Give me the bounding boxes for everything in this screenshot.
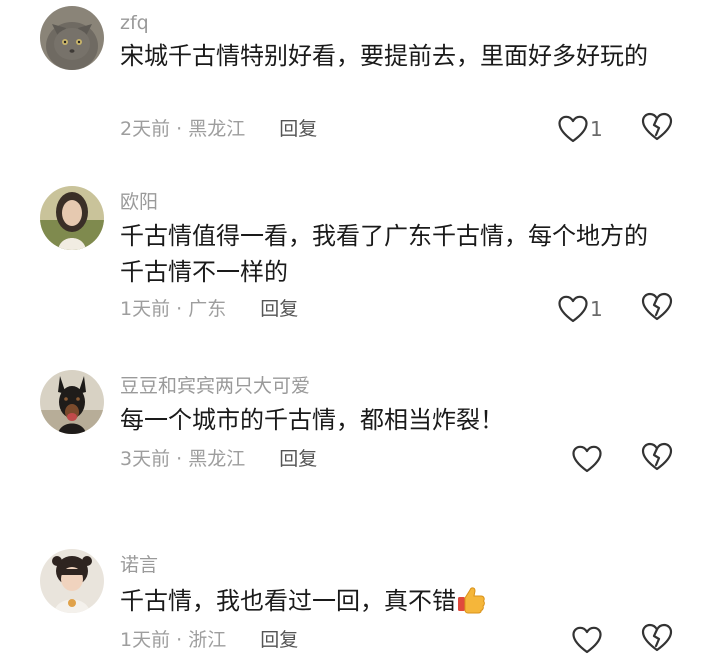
- child-avatar-image: [40, 549, 104, 613]
- comment-text: 千古情值得一看，我看了广东千古情，每个地方的千古情不一样的: [120, 222, 648, 286]
- comment-meta: 1天前 · 广东 回复: [120, 296, 298, 322]
- broken-heart-outline-icon: [641, 442, 673, 471]
- like-button[interactable]: 1: [558, 112, 628, 146]
- dislike-button[interactable]: [641, 112, 675, 146]
- meta-separator: ·: [170, 629, 189, 651]
- comment-time: 2天前: [120, 118, 171, 140]
- comment-time: 3天前: [120, 448, 171, 470]
- avatar[interactable]: [40, 549, 104, 613]
- broken-heart-outline-icon: [641, 292, 673, 321]
- comment-meta: 3天前 · 黑龙江 回复: [120, 446, 317, 472]
- heart-outline-icon: [572, 626, 602, 654]
- thumbs-up-icon: [458, 587, 485, 614]
- reply-button[interactable]: 回复: [279, 118, 317, 140]
- username[interactable]: 豆豆和宾宾两只大可爱: [120, 374, 310, 398]
- broken-heart-outline-icon: [641, 623, 673, 652]
- avatar[interactable]: [40, 6, 104, 70]
- like-button[interactable]: [572, 623, 642, 657]
- like-count: 1: [590, 297, 603, 321]
- comment-location: 浙江: [188, 629, 227, 651]
- woman-avatar-image: [40, 186, 104, 250]
- comment-text: 宋城千古情特别好看，要提前去，里面好多好玩的: [120, 42, 648, 70]
- heart-outline-icon: [572, 445, 602, 473]
- comment-text-body: 千古情，我也看过一回，真不错: [120, 587, 456, 615]
- dog-avatar-image: [40, 370, 104, 434]
- heart-outline-icon: [558, 295, 588, 323]
- dislike-button[interactable]: [641, 623, 675, 657]
- like-count: 1: [590, 117, 603, 141]
- comment-location: 黑龙江: [188, 448, 246, 470]
- like-button[interactable]: [572, 442, 642, 476]
- username[interactable]: 诺言: [120, 553, 158, 577]
- meta-separator: ·: [170, 298, 189, 320]
- reply-button[interactable]: 回复: [260, 298, 298, 320]
- comment-location: 广东: [188, 298, 227, 320]
- comment-time: 1天前: [120, 298, 171, 320]
- dislike-button[interactable]: [641, 442, 675, 476]
- meta-separator: ·: [170, 448, 189, 470]
- cat-avatar-image: [40, 6, 104, 70]
- meta-separator: ·: [170, 118, 189, 140]
- comment-meta: 1天前 · 浙江 回复: [120, 627, 298, 653]
- reply-button[interactable]: 回复: [279, 448, 317, 470]
- avatar[interactable]: [40, 370, 104, 434]
- avatar[interactable]: [40, 186, 104, 250]
- reply-button[interactable]: 回复: [260, 629, 298, 651]
- comment-time: 1天前: [120, 629, 171, 651]
- dislike-button[interactable]: [641, 292, 675, 326]
- comment-location: 黑龙江: [188, 118, 246, 140]
- comment-text: 每一个城市的千古情，都相当炸裂！: [120, 406, 504, 434]
- username[interactable]: 欧阳: [120, 190, 158, 214]
- heart-outline-icon: [558, 115, 588, 143]
- broken-heart-outline-icon: [641, 112, 673, 141]
- username[interactable]: zfq: [120, 11, 149, 35]
- comment-meta: 2天前 · 黑龙江 回复: [120, 116, 317, 142]
- like-button[interactable]: 1: [558, 292, 628, 326]
- comment-text: 千古情，我也看过一回，真不错: [120, 583, 665, 619]
